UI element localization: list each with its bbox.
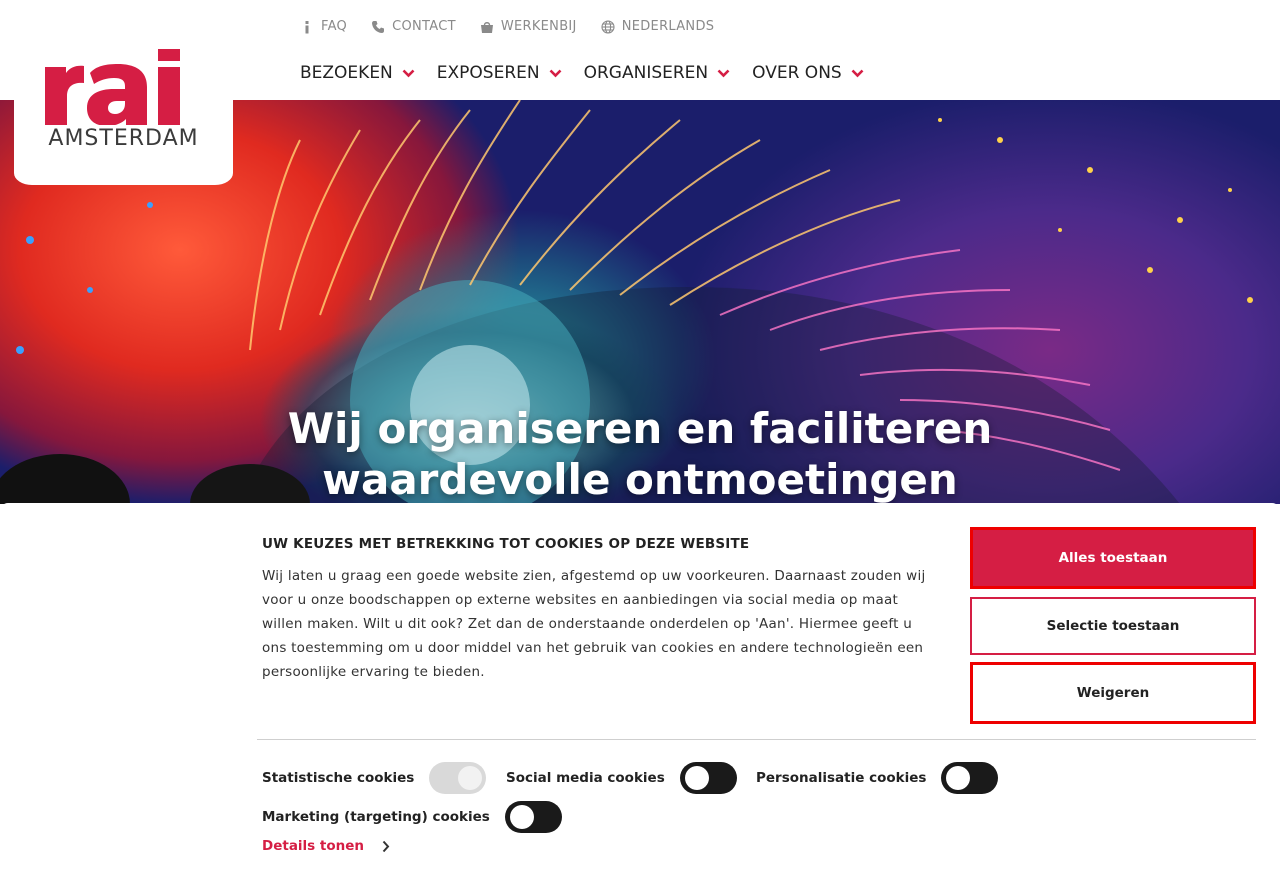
nav-label: OVER ONS bbox=[752, 63, 842, 83]
utility-item-contact[interactable]: CONTACT bbox=[371, 19, 456, 34]
personalisation-switch[interactable] bbox=[941, 762, 999, 794]
chevron-down-icon bbox=[717, 69, 730, 77]
chevron-right-icon bbox=[382, 840, 390, 852]
cookie-description: Wij laten u graag een goede website zien… bbox=[262, 568, 926, 680]
switch-knob bbox=[946, 766, 971, 790]
utility-nav: FAQ CONTACT WERKENBIJ NEDERLANDS bbox=[300, 19, 714, 34]
nav-item-over-ons[interactable]: OVER ONS bbox=[752, 63, 864, 83]
chevron-down-icon bbox=[402, 69, 415, 77]
toggle-social-media: Social media cookies bbox=[506, 762, 737, 794]
nav-item-bezoeken[interactable]: BEZOEKEN bbox=[300, 63, 415, 83]
hero-title: Wij organiseren en faciliteren waardevol… bbox=[0, 403, 1280, 504]
marketing-switch[interactable] bbox=[504, 801, 562, 833]
social-media-switch[interactable] bbox=[679, 762, 737, 794]
utility-item-language[interactable]: NEDERLANDS bbox=[601, 19, 715, 34]
toggle-label: Social media cookies bbox=[506, 770, 665, 786]
phone-icon bbox=[372, 20, 385, 33]
toggle-label: Statistische cookies bbox=[262, 770, 415, 786]
nav-label: ORGANISEREN bbox=[583, 63, 709, 83]
toggle-personalisation: Personalisatie cookies bbox=[756, 762, 999, 794]
utility-label: WERKENBIJ bbox=[500, 19, 577, 34]
utility-label: NEDERLANDS bbox=[621, 19, 715, 34]
logo-subtitle: AMSTERDAM bbox=[48, 126, 199, 151]
hero-title-line: Wij organiseren en faciliteren bbox=[287, 404, 993, 453]
utility-item-faq[interactable]: FAQ bbox=[300, 19, 347, 34]
globe-icon bbox=[601, 19, 615, 34]
switch-knob bbox=[458, 766, 483, 790]
details-label: Details tonen bbox=[262, 838, 365, 854]
nav-item-exposeren[interactable]: EXPOSEREN bbox=[437, 63, 562, 83]
shopping-bag-icon bbox=[480, 21, 493, 33]
toggle-statistics: Statistische cookies bbox=[262, 762, 487, 794]
details-link[interactable]: Details tonen bbox=[262, 838, 390, 854]
nav-item-organiseren[interactable]: ORGANISEREN bbox=[584, 63, 731, 83]
allow-all-button[interactable]: Alles toestaan bbox=[970, 527, 1256, 589]
switch-knob bbox=[509, 805, 534, 829]
nav-label: EXPOSEREN bbox=[436, 63, 540, 83]
info-icon bbox=[305, 20, 309, 33]
utility-label: CONTACT bbox=[392, 19, 456, 34]
divider bbox=[257, 739, 1256, 740]
toggle-marketing: Marketing (targeting) cookies bbox=[262, 801, 562, 833]
switch-knob bbox=[684, 766, 709, 790]
utility-label: FAQ bbox=[321, 19, 348, 34]
toggle-label: Personalisatie cookies bbox=[756, 770, 927, 786]
chevron-down-icon bbox=[549, 69, 562, 77]
site-logo[interactable]: AMSTERDAM bbox=[14, 0, 233, 185]
main-nav: BEZOEKEN EXPOSEREN ORGANISEREN OVER ONS bbox=[300, 63, 864, 83]
cookie-title: UW KEUZES MET BETREKKING TOT COOKIES OP … bbox=[262, 536, 750, 552]
rai-logo-mark bbox=[44, 49, 180, 125]
refuse-button[interactable]: Weigeren bbox=[970, 662, 1256, 724]
chevron-down-icon bbox=[851, 69, 864, 77]
utility-item-werkenbij[interactable]: WERKENBIJ bbox=[480, 19, 577, 34]
allow-selection-button[interactable]: Selectie toestaan bbox=[970, 597, 1256, 655]
nav-label: BEZOEKEN bbox=[300, 63, 393, 83]
statistics-switch bbox=[429, 762, 487, 794]
toggle-label: Marketing (targeting) cookies bbox=[262, 809, 490, 825]
cookie-consent-banner: UW KEUZES MET BETREKKING TOT COOKIES OP … bbox=[0, 503, 1280, 887]
hero-title-line: waardevolle ontmoetingen bbox=[322, 455, 958, 504]
